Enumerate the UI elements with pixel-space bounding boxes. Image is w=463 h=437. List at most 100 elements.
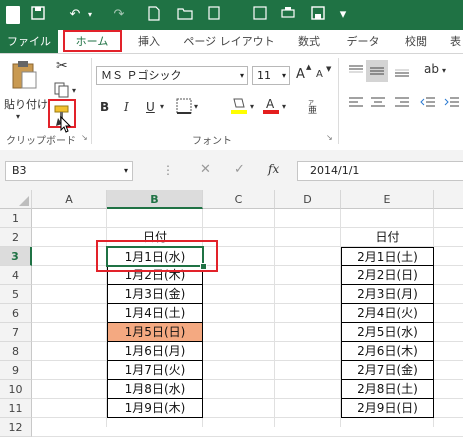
font-size-select[interactable]: 11 ▾ <box>252 66 290 85</box>
cell-e8[interactable]: 2月6日(木) <box>341 342 434 361</box>
align-middle-icon[interactable] <box>366 60 388 82</box>
cell-e2[interactable]: 日付 <box>341 228 434 247</box>
row-header[interactable]: 7 <box>0 323 32 342</box>
chevron-down-icon: ▾ <box>239 71 244 80</box>
row-header[interactable]: 8 <box>0 342 32 361</box>
orientation-icon[interactable]: ab <box>424 62 439 76</box>
cell-e5[interactable]: 2月3日(月) <box>341 285 434 304</box>
cell-e11[interactable]: 2月9日(日) <box>341 399 434 418</box>
cell-b5[interactable]: 1月3日(金) <box>107 285 203 304</box>
font-name-select[interactable]: ＭＳ Ｐゴシック ▾ <box>96 66 248 85</box>
increase-font-size-button[interactable]: A <box>296 67 305 82</box>
copy-dropdown-icon[interactable]: ▾ <box>72 86 76 95</box>
fill-color-icon[interactable] <box>230 96 248 119</box>
row-header[interactable]: 9 <box>0 361 32 380</box>
fill-color-dropdown-icon[interactable]: ▾ <box>250 102 254 111</box>
paste-dropdown-icon[interactable]: ▾ <box>16 112 20 121</box>
column-header[interactable]: D <box>275 190 341 209</box>
cell-e3[interactable]: 2月1日(土) <box>341 247 434 266</box>
font-size-value: 11 <box>257 69 271 82</box>
new-file-icon[interactable] <box>146 6 162 24</box>
ribbon-tabs: ファイル ホーム 挿入 ページ レイアウト 数式 データ 校閲 表 <box>0 30 463 54</box>
quick-access-toolbar: X ↶ ▾ ↷ ▾ <box>0 0 463 30</box>
redo-icon[interactable]: ↷ <box>108 6 130 24</box>
cell-e10[interactable]: 2月8日(土) <box>341 380 434 399</box>
align-right-icon[interactable] <box>394 96 410 113</box>
enter-icon[interactable]: ✓ <box>234 162 245 177</box>
font-launcher-icon[interactable]: ↘ <box>326 133 333 142</box>
cell-e9[interactable]: 2月7日(金) <box>341 361 434 380</box>
column-header[interactable]: E <box>341 190 434 209</box>
formula-value: 2014/1/1 <box>310 164 360 177</box>
row-header[interactable]: 6 <box>0 304 32 323</box>
borders-icon[interactable] <box>176 98 192 117</box>
cell-b8[interactable]: 1月6日(月) <box>107 342 203 361</box>
font-color-dropdown-icon[interactable]: ▾ <box>282 102 286 111</box>
cancel-icon[interactable]: ✕ <box>200 162 211 177</box>
row-header[interactable]: 1 <box>0 209 32 228</box>
row-header[interactable]: 3 <box>0 247 32 266</box>
cell-b7[interactable]: 1月5日(日) <box>107 323 203 342</box>
open-folder-icon[interactable] <box>176 6 194 24</box>
insert-function-icon[interactable]: fx <box>268 162 279 176</box>
underline-dropdown-icon[interactable]: ▾ <box>160 102 164 111</box>
column-header[interactable]: C <box>203 190 275 209</box>
row-header[interactable]: 10 <box>0 380 32 399</box>
sort-icon[interactable] <box>252 6 268 24</box>
cut-icon[interactable]: ✂ <box>56 58 68 74</box>
font-color-icon[interactable]: A <box>262 96 280 119</box>
paste-icon[interactable] <box>10 60 40 90</box>
row-header[interactable]: 11 <box>0 399 32 418</box>
decrease-indent-icon[interactable] <box>420 96 436 113</box>
fill-color-swatch <box>231 110 247 114</box>
tab-formulas[interactable]: 数式 <box>288 30 330 53</box>
undo-icon[interactable]: ↶ <box>64 6 86 24</box>
align-top-icon[interactable] <box>348 64 364 81</box>
align-bottom-icon[interactable] <box>394 64 410 81</box>
row-header[interactable]: 12 <box>0 418 32 437</box>
cell-e7[interactable]: 2月5日(水) <box>341 323 434 342</box>
tab-review[interactable]: 校閲 <box>394 30 438 53</box>
cell-e6[interactable]: 2月4日(火) <box>341 304 434 323</box>
bold-button[interactable]: B <box>100 100 109 114</box>
cell-e4[interactable]: 2月2日(日) <box>341 266 434 285</box>
paste-button-label[interactable]: 貼り付け <box>4 96 48 112</box>
select-all-corner[interactable] <box>0 190 32 209</box>
column-header[interactable] <box>434 190 463 209</box>
formula-input[interactable]: 2014/1/1 <box>297 161 463 181</box>
phonetic-guide-icon[interactable]: ア亜 <box>306 98 322 117</box>
italic-button[interactable]: I <box>124 100 129 114</box>
quick-print-icon[interactable] <box>280 6 296 24</box>
tab-page-layout[interactable]: ページ レイアウト <box>180 30 278 53</box>
row-header[interactable]: 5 <box>0 285 32 304</box>
print-preview-icon[interactable] <box>206 6 222 24</box>
tab-data[interactable]: データ <box>338 30 388 53</box>
borders-dropdown-icon[interactable]: ▾ <box>194 102 198 111</box>
clipboard-launcher-icon[interactable]: ↘ <box>81 133 88 142</box>
align-center-icon[interactable] <box>370 96 386 113</box>
tab-file[interactable]: ファイル <box>0 30 58 53</box>
column-header[interactable]: A <box>32 190 107 209</box>
cell-b9[interactable]: 1月7日(火) <box>107 361 203 380</box>
name-box[interactable]: B3 ▾ <box>5 161 133 181</box>
row-header[interactable]: 4 <box>0 266 32 285</box>
save-as-icon[interactable] <box>310 6 326 24</box>
cell-b10[interactable]: 1月8日(水) <box>107 380 203 399</box>
tab-insert[interactable]: 挿入 <box>128 30 170 53</box>
customize-qat-icon[interactable]: ▾ <box>336 6 350 24</box>
save-icon[interactable] <box>30 6 46 24</box>
font-group-label: フォント <box>192 136 232 147</box>
orientation-dropdown-icon[interactable]: ▾ <box>442 66 446 75</box>
undo-dropdown-icon[interactable]: ▾ <box>86 6 94 24</box>
increase-indent-icon[interactable] <box>444 96 460 113</box>
cell-b11[interactable]: 1月9日(木) <box>107 399 203 418</box>
decrease-font-size-button[interactable]: A <box>316 69 323 80</box>
align-left-icon[interactable] <box>348 96 364 113</box>
underline-button[interactable]: U <box>146 100 155 114</box>
tab-more[interactable]: 表 <box>448 30 463 53</box>
column-header[interactable]: B <box>107 190 203 209</box>
row-header[interactable]: 2 <box>0 228 32 247</box>
gridline <box>274 209 275 427</box>
cell-b6[interactable]: 1月4日(土) <box>107 304 203 323</box>
chevron-down-icon[interactable]: ▾ <box>124 162 128 180</box>
